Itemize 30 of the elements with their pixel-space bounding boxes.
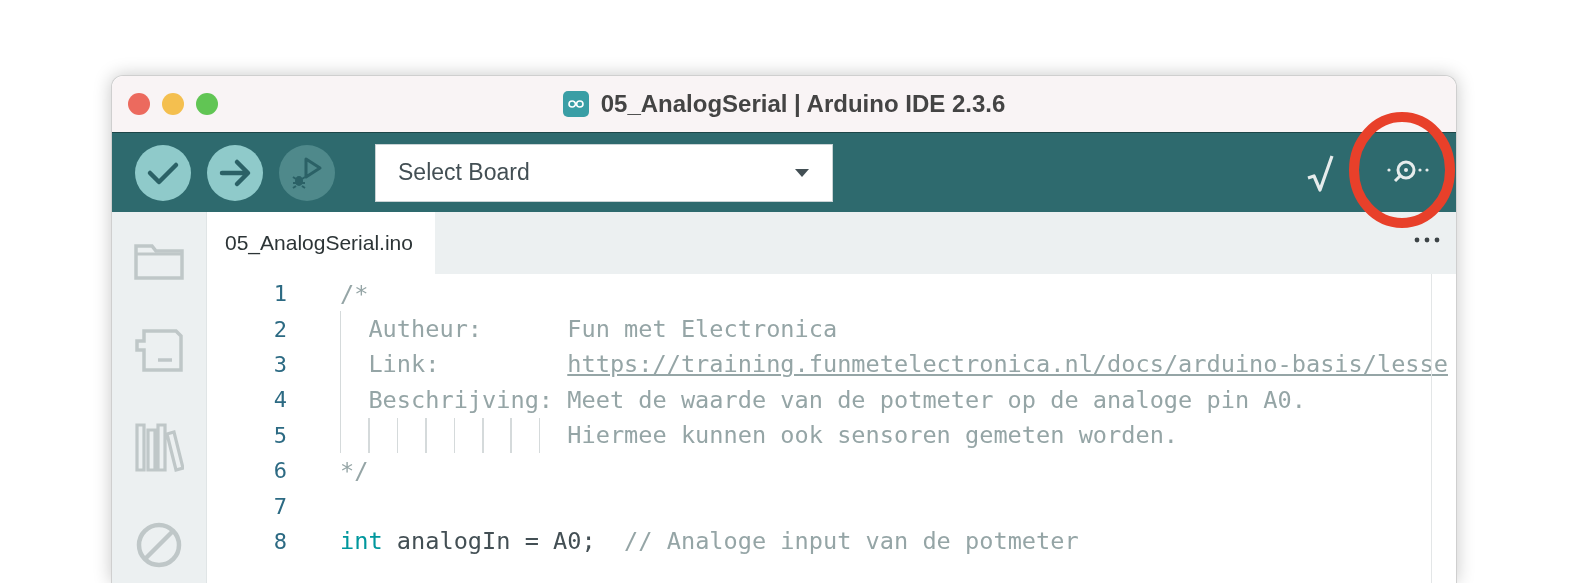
code-comment: */ <box>340 456 369 485</box>
code-comment: Hiermee kunnen ook sensoren gemeten worden. <box>567 421 1179 450</box>
line-number: 4 <box>272 387 287 413</box>
line-number: 1 <box>272 281 287 307</box>
line-number: 6 <box>272 458 287 484</box>
caret-icon <box>794 167 810 178</box>
serial-plotter-icon[interactable] <box>1306 153 1336 192</box>
window-title: 05_AnalogSerial | Arduino IDE 2.3.6 <box>600 90 1006 118</box>
line-number: 2 <box>272 316 287 342</box>
code-text: analogIn = A0; <box>395 527 596 556</box>
more-options-icon[interactable] <box>1414 237 1440 243</box>
zoom-button[interactable] <box>196 93 218 115</box>
code-comment: Autheur: Fun met Electronica <box>368 315 838 344</box>
line-number: 7 <box>272 493 287 519</box>
app-logo-icon <box>562 91 589 117</box>
library-icon[interactable] <box>134 422 184 472</box>
code-keyword: int <box>340 527 383 556</box>
code-comment: Beschrijving: Meet de waarde van de potmeter op de analoge pin A0. <box>368 385 1306 414</box>
no-entry-icon[interactable] <box>134 520 184 570</box>
board-select-dropdown[interactable]: Select Board <box>375 143 833 202</box>
code-comment: // Analoge input van de potmeter <box>623 527 1079 556</box>
file-tab[interactable]: 05_AnalogSerial.ino <box>207 212 435 274</box>
line-number: 5 <box>272 422 287 448</box>
line-number: 8 <box>272 528 287 554</box>
code-comment: /* <box>340 279 369 308</box>
minimize-button[interactable] <box>162 93 184 115</box>
close-button[interactable] <box>128 93 150 115</box>
line-number: 3 <box>272 351 287 377</box>
board-icon[interactable] <box>134 328 184 374</box>
code-comment: Link: <box>368 350 441 379</box>
